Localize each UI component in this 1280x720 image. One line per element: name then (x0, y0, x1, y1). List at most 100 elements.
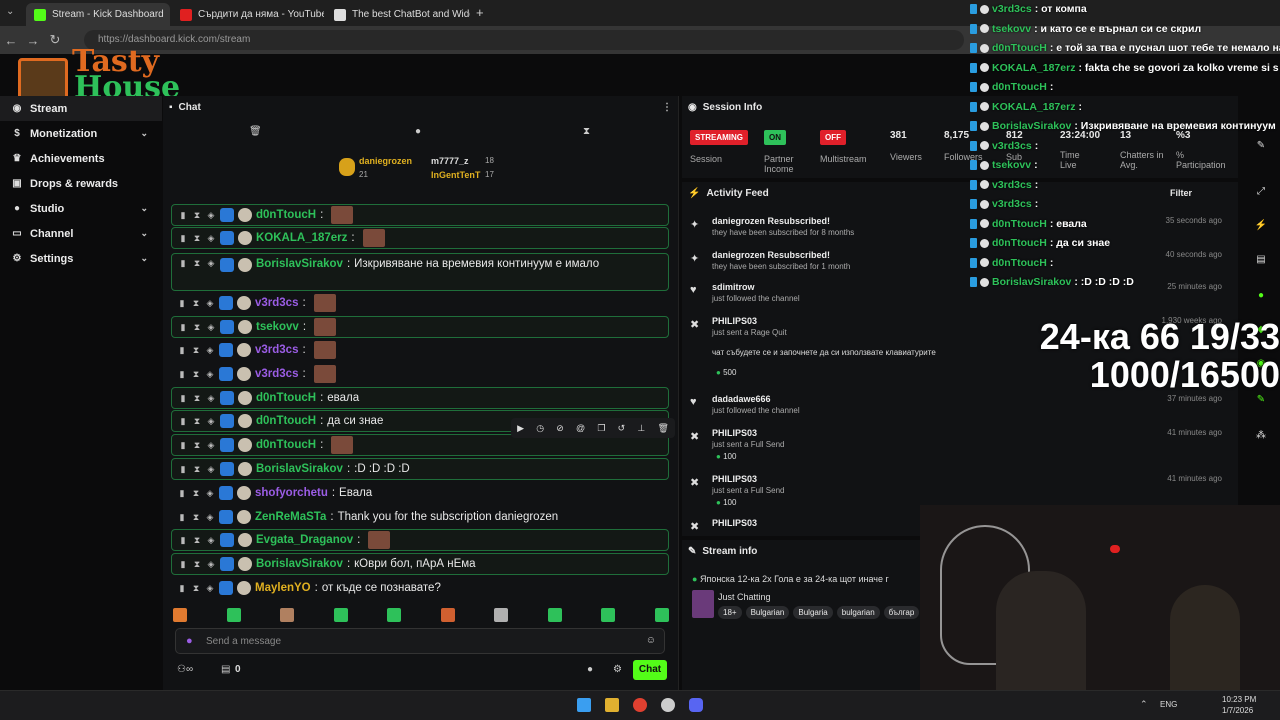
hourglass-icon[interactable]: ⧗ (192, 535, 202, 546)
trash-icon[interactable]: ▮ (178, 535, 188, 546)
copy-icon[interactable]: ❐ (597, 423, 605, 434)
widgets-icon[interactable]: ⁂ (1253, 430, 1269, 446)
hourglass-icon[interactable]: ⧗ (191, 512, 201, 523)
emote-icon[interactable] (440, 608, 455, 622)
url-input[interactable]: https://dashboard.kick.com/stream (84, 30, 964, 50)
chat-username[interactable]: MaylenYO (255, 582, 311, 594)
tag[interactable]: Bulgaria (793, 606, 833, 619)
chat-username[interactable]: d0nTtoucH (256, 415, 316, 427)
shield-icon[interactable]: ◈ (206, 464, 216, 475)
shield-icon[interactable]: ◈ (206, 258, 216, 269)
shield-icon[interactable]: ◈ (206, 393, 216, 404)
hourglass-icon[interactable]: ⧗ (192, 233, 202, 244)
trash-icon[interactable]: ▮ (177, 369, 187, 380)
shield-icon[interactable]: ◈ (206, 416, 216, 427)
chat-username[interactable]: BorislavSirakov (256, 558, 343, 570)
tag[interactable]: bulgarian (836, 606, 880, 619)
gear-icon[interactable]: ⚙ (613, 664, 622, 675)
chat-message[interactable]: ▮ ⧗ ◈ d0nTtoucH: евала (171, 387, 669, 409)
trash-icon[interactable]: ▮ (178, 559, 188, 570)
shield-icon[interactable]: ◈ (205, 345, 215, 356)
chat-username[interactable]: d0nTtoucH (256, 392, 316, 404)
hourglass-icon[interactable]: ⧗ (192, 440, 202, 451)
wrench-icon[interactable]: ✎ (1253, 394, 1269, 410)
hourglass-icon[interactable]: ⧗ (192, 210, 202, 221)
emote-icon[interactable] (601, 608, 616, 622)
hourglass-icon[interactable]: ⧗ (192, 464, 202, 475)
trash-icon[interactable]: 🗑 (249, 126, 262, 137)
trash-icon[interactable]: ▮ (178, 416, 188, 427)
chat-username[interactable]: ZenReMaSTa (255, 511, 326, 523)
trash-icon[interactable]: ▮ (178, 233, 188, 244)
emote-icon[interactable] (280, 608, 295, 622)
undo-icon[interactable]: ↺ (618, 423, 626, 434)
emote-icon[interactable] (333, 608, 348, 622)
trash-icon[interactable]: ▮ (177, 488, 187, 499)
tag[interactable]: 18+ (718, 606, 742, 619)
sidebar-item-channel[interactable]: ▭ Channel ⌄ (0, 221, 162, 246)
trash-icon[interactable]: ▮ (178, 258, 188, 269)
language-indicator[interactable]: ENG (1160, 700, 1177, 709)
shield-icon[interactable]: ◈ (205, 583, 215, 594)
windows-start-icon[interactable] (577, 698, 591, 712)
tab-youtube[interactable]: Сърдити да няма - YouTube ✕ (172, 3, 324, 26)
tray-chevron-icon[interactable]: ⌃ (1140, 699, 1148, 710)
file-explorer-icon[interactable] (605, 698, 619, 712)
chrome-icon[interactable] (633, 698, 647, 712)
sidebar-item-studio[interactable]: ● Studio ⌄ (0, 196, 162, 221)
obs-icon[interactable] (661, 698, 675, 712)
hourglass-icon[interactable]: ⧗ (191, 488, 201, 499)
chat-bubble-icon[interactable]: ● (1253, 290, 1269, 306)
chat-message[interactable]: ▮ ⧗ ◈ v3rd3cs: (171, 339, 669, 361)
emote-icon[interactable] (387, 608, 402, 622)
tag[interactable]: българ (883, 606, 920, 619)
shield-icon[interactable]: ◈ (206, 559, 216, 570)
emote-icon[interactable] (173, 608, 187, 622)
trash-icon[interactable]: ▮ (178, 393, 188, 404)
chat-username[interactable]: d0nTtoucH (256, 439, 316, 451)
sidebar-item-stream[interactable]: ◉ Stream (0, 96, 162, 121)
send-chat-button[interactable]: Chat (633, 660, 667, 680)
slash-icon[interactable]: ⊘ (556, 423, 564, 434)
chat-username[interactable]: shofyorchetu (255, 487, 328, 499)
chat-message[interactable]: ▮ ⧗ ◈ Evgata_Draganov: (171, 529, 669, 551)
chat-message[interactable]: ▮ ⧗ ◈ BorislavSirakov: Изкривяване на времев… (171, 253, 669, 291)
pin-icon[interactable]: ⊥ (637, 423, 645, 434)
trash-icon[interactable]: ▮ (177, 512, 187, 523)
hourglass-icon[interactable]: ⧗ (583, 126, 590, 137)
chat-username[interactable]: BorislavSirakov (256, 258, 343, 270)
chat-username[interactable]: KOKALA_187erz (256, 232, 347, 244)
chat-message[interactable]: ▮ ⧗ ◈ v3rd3cs: (171, 292, 669, 314)
hourglass-icon[interactable]: ⧗ (192, 322, 202, 333)
chat-message[interactable]: ▮ ⧗ ◈ d0nTtoucH: (171, 204, 669, 226)
chat-message[interactable]: ▮ ⧗ ◈ shofyorchetu: Евала (171, 482, 669, 504)
hourglass-icon[interactable]: ⧗ (192, 416, 202, 427)
chat-settings-icon[interactable]: ⚇∞ (177, 664, 193, 675)
shield-icon[interactable]: ◈ (206, 210, 216, 221)
new-tab-icon[interactable]: + (476, 5, 484, 20)
tab-chatbot[interactable]: The best ChatBot and Widgets ✕ (326, 3, 470, 26)
trash-icon[interactable]: ▮ (177, 345, 187, 356)
trash-icon[interactable]: ▮ (178, 440, 188, 451)
tab-menu-icon[interactable]: ⌄ (6, 6, 14, 17)
clock-time[interactable]: 10:23 PM (1222, 695, 1256, 704)
discord-icon[interactable] (689, 698, 703, 712)
emote-icon[interactable] (226, 608, 241, 622)
sidebar-item-settings[interactable]: ⚙ Settings ⌄ (0, 246, 162, 271)
chat-username[interactable]: v3rd3cs (255, 344, 298, 356)
shield-icon[interactable]: ◈ (205, 512, 215, 523)
tab-kick-dashboard[interactable]: Stream - Kick Dashboard ✕ (26, 3, 170, 26)
delete-icon[interactable]: 🗑 (657, 423, 668, 434)
more-icon[interactable]: ⋮ (662, 102, 672, 113)
hourglass-icon[interactable]: ⧗ (191, 583, 201, 594)
play-icon[interactable]: ▶ (517, 423, 524, 434)
shield-icon[interactable]: ◈ (205, 369, 215, 380)
emote-icon[interactable]: ● (415, 126, 421, 137)
chat-message[interactable]: ▮ ⧗ ◈ tsekovv: (171, 316, 669, 338)
hourglass-icon[interactable]: ⧗ (191, 369, 201, 380)
chat-input-box[interactable]: ● Send a message ☺ (175, 628, 665, 654)
sidebar-item-achievements[interactable]: ♛ Achievements (0, 146, 162, 171)
shield-icon[interactable]: ◈ (206, 440, 216, 451)
hourglass-icon[interactable]: ⧗ (191, 298, 201, 309)
sidebar-item-drops[interactable]: ▣ Drops & rewards (0, 171, 162, 196)
